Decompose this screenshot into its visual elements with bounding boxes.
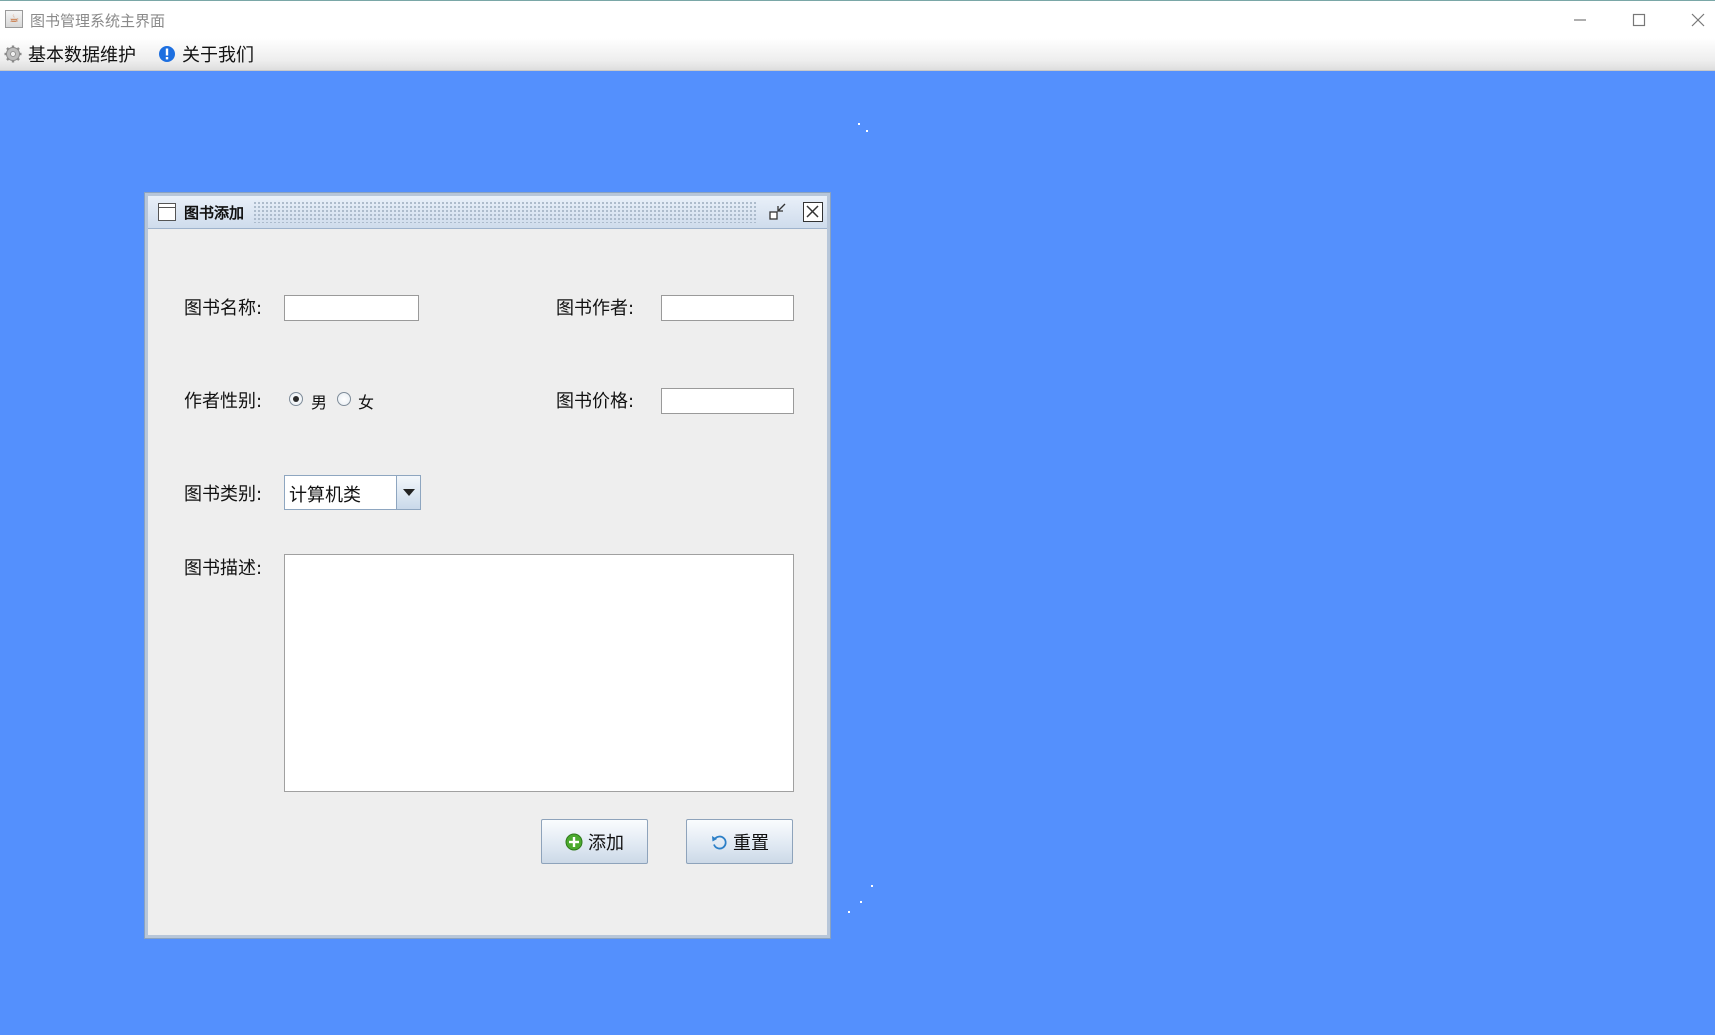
gender-female-label: 女 bbox=[358, 393, 375, 412]
close-dialog-button[interactable] bbox=[803, 202, 823, 222]
menu-bar: 基本数据维护 关于我们 bbox=[0, 38, 1715, 71]
dialog-title: 图书添加 bbox=[184, 204, 245, 222]
gender-male-radio[interactable] bbox=[289, 392, 303, 406]
dialog-title-bar[interactable]: 图书添加 bbox=[148, 196, 827, 229]
book-type-label: 图书类别: bbox=[184, 484, 263, 505]
java-cup-icon: ☕ bbox=[5, 10, 23, 28]
menu-about-us-label: 关于我们 bbox=[182, 45, 254, 66]
book-add-dialog: 图书添加 图书名称: 图书作者: 作者性别: 男 女 图书价格: 图书类别: 计… bbox=[145, 193, 830, 938]
chevron-down-icon[interactable] bbox=[396, 476, 420, 509]
window-title: 图书管理系统主界面 bbox=[30, 12, 166, 30]
minimize-button[interactable] bbox=[1565, 9, 1595, 31]
menu-about-us[interactable]: 关于我们 bbox=[158, 41, 254, 67]
add-button-label: 添加 bbox=[588, 832, 624, 854]
gear-icon bbox=[4, 45, 22, 63]
artifact-speck bbox=[871, 885, 873, 887]
close-window-button[interactable] bbox=[1683, 9, 1713, 31]
reset-button-label: 重置 bbox=[733, 832, 769, 854]
desktop-pane: 图书添加 图书名称: 图书作者: 作者性别: 男 女 图书价格: 图书类别: 计… bbox=[0, 71, 1715, 1035]
artifact-speck bbox=[860, 901, 862, 903]
minimize-icon bbox=[1574, 19, 1586, 21]
artifact-speck bbox=[848, 911, 850, 913]
book-author-label: 图书作者: bbox=[556, 298, 635, 319]
book-author-input[interactable] bbox=[661, 295, 794, 321]
book-type-selected-value: 计算机类 bbox=[289, 485, 361, 506]
maximize-button[interactable] bbox=[1624, 9, 1654, 31]
book-desc-textarea[interactable] bbox=[284, 554, 794, 792]
iconify-icon bbox=[769, 203, 786, 220]
menu-basic-data[interactable]: 基本数据维护 bbox=[4, 41, 136, 67]
book-desc-label: 图书描述: bbox=[184, 558, 263, 579]
plus-circle-icon bbox=[565, 833, 583, 851]
iconify-button[interactable] bbox=[768, 202, 788, 222]
artifact-speck bbox=[866, 130, 868, 132]
gender-female-radio[interactable] bbox=[337, 392, 351, 406]
book-price-input[interactable] bbox=[661, 388, 794, 414]
menu-basic-data-label: 基本数据维护 bbox=[28, 45, 136, 66]
close-icon bbox=[1691, 13, 1705, 27]
close-icon bbox=[806, 205, 819, 218]
add-button[interactable]: 添加 bbox=[541, 819, 648, 864]
author-gender-label: 作者性别: bbox=[184, 391, 263, 412]
book-name-label: 图书名称: bbox=[184, 298, 263, 319]
book-type-select[interactable]: 计算机类 bbox=[284, 475, 421, 510]
window-frame-icon bbox=[158, 203, 176, 221]
artifact-speck bbox=[858, 123, 860, 125]
book-price-label: 图书价格: bbox=[556, 391, 635, 412]
info-icon bbox=[158, 45, 176, 63]
book-name-input[interactable] bbox=[284, 295, 419, 321]
refresh-icon bbox=[710, 833, 728, 851]
reset-button[interactable]: 重置 bbox=[686, 819, 793, 864]
window-title-bar: ☕ 图书管理系统主界面 bbox=[0, 0, 1715, 38]
gender-male-label: 男 bbox=[311, 393, 328, 412]
maximize-icon bbox=[1632, 13, 1646, 27]
title-bar-texture bbox=[253, 201, 758, 223]
